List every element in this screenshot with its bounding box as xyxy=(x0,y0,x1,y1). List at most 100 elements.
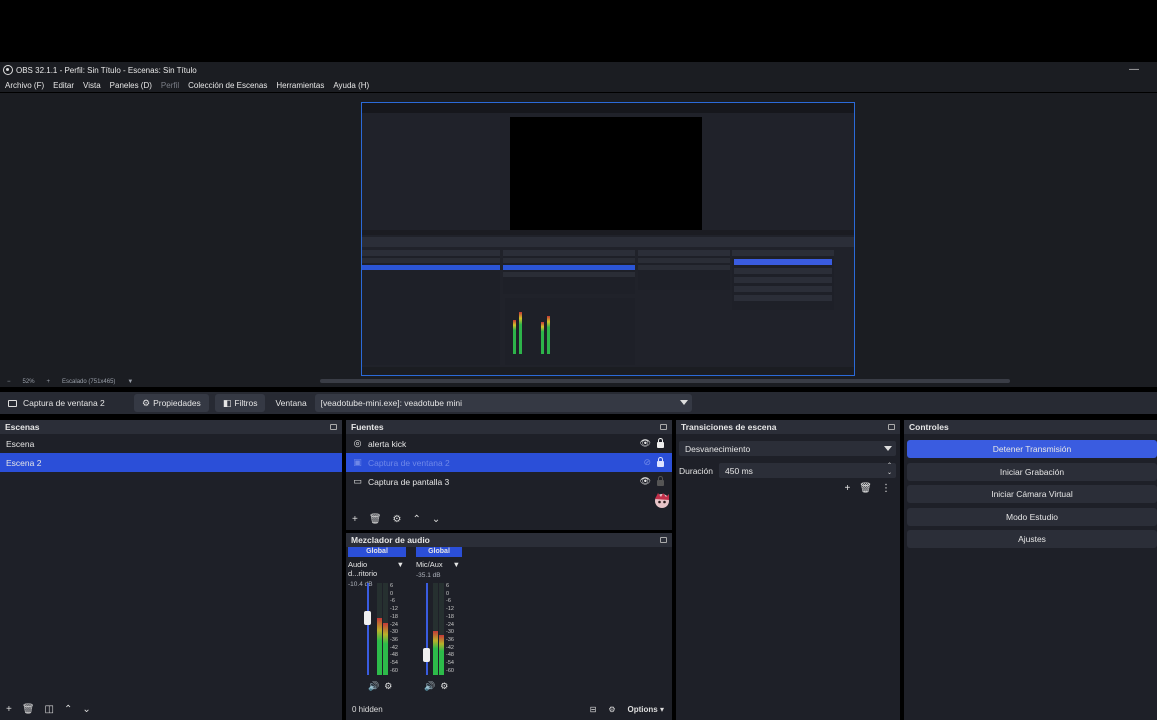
move-up-icon[interactable]: ⌃ xyxy=(413,514,421,525)
menu-ayuda[interactable]: Ayuda (H) xyxy=(333,81,369,90)
menu-perfil[interactable]: Perfil xyxy=(161,81,179,90)
preview-area xyxy=(0,93,1157,376)
lock-icon[interactable] xyxy=(657,438,664,448)
selected-source-name: Captura de ventana 2 xyxy=(23,398,105,408)
transitions-title: Transiciones de escena xyxy=(681,422,777,432)
menu-editar[interactable]: Editar xyxy=(53,81,74,90)
window-select-value: [veadotube-mini.exe]: veadotube mini xyxy=(320,398,462,408)
options-button[interactable]: Options ▾ xyxy=(628,705,664,714)
undock-icon[interactable] xyxy=(888,424,895,430)
preview-canvas[interactable] xyxy=(361,102,855,376)
window-select[interactable]: [veadotube-mini.exe]: veadotube mini xyxy=(314,394,692,412)
move-down-icon[interactable]: ⌄ xyxy=(432,514,440,525)
volume-slider-handle[interactable] xyxy=(364,611,371,625)
eye-icon[interactable]: 👁 xyxy=(640,476,651,487)
properties-button[interactable]: ⚙ Propiedades xyxy=(134,394,209,412)
add-transition-icon[interactable]: + xyxy=(844,483,850,494)
speaker-icon[interactable]: 🔊 xyxy=(424,681,435,692)
settings-button[interactable]: Ajustes xyxy=(907,530,1157,548)
title-bar: OBS 32.1.1 - Perfil: Sin Título - Escena… xyxy=(0,62,1157,78)
mixer-channels: Global Audio d...ritorio ▼ -10.4 dB 6 0 -6… xyxy=(346,547,672,697)
trash-icon[interactable]: 🗑 xyxy=(369,514,382,525)
channel-name[interactable]: Audio d...ritorio ▼ xyxy=(348,560,406,578)
source-item[interactable]: ▣ Captura de ventana 2 ⊘ xyxy=(346,453,672,472)
db-tick-label: 6 xyxy=(446,583,450,589)
scene-label: Escena xyxy=(6,438,35,449)
menu-herramientas[interactable]: Herramientas xyxy=(276,81,324,90)
transitions-header: Transiciones de escena xyxy=(676,420,900,434)
scale-dropdown-icon[interactable]: ▼ xyxy=(127,379,133,385)
source-item[interactable]: ◎ alerta kick 👁 xyxy=(346,434,672,453)
move-down-icon[interactable]: ⌄ xyxy=(82,704,90,715)
undock-icon[interactable] xyxy=(330,424,337,430)
eye-hidden-icon[interactable]: ⊘ xyxy=(643,457,651,468)
scene-item[interactable]: Escena 2 xyxy=(0,453,342,472)
gear-icon[interactable]: ⚙ xyxy=(393,514,402,525)
trash-icon[interactable]: 🗑 xyxy=(22,704,35,715)
source-item[interactable]: ▭ Captura de pantalla 3 👁 xyxy=(346,472,672,491)
menu-paneles[interactable]: Paneles (D) xyxy=(110,81,152,90)
preview-horizontal-scrollbar[interactable] xyxy=(320,379,1010,383)
db-tick-label: -60 xyxy=(390,667,398,674)
undock-icon[interactable] xyxy=(660,537,667,543)
menu-archivo[interactable]: Archivo (F) xyxy=(5,81,44,90)
veadotube-mascot-icon xyxy=(655,493,669,508)
start-recording-button[interactable]: Iniciar Grabación xyxy=(907,462,1157,481)
studio-mode-button[interactable]: Modo Estudio xyxy=(907,507,1157,526)
scenes-title: Escenas xyxy=(5,422,40,432)
zoom-out-icon[interactable]: − xyxy=(7,379,11,385)
channel-gear-icon[interactable]: ⚙ xyxy=(384,681,392,692)
chevron-down-icon[interactable]: ▼ xyxy=(397,560,404,578)
spin-arrows-icon[interactable]: ⌃ ⌄ xyxy=(887,463,892,477)
chevron-down-icon xyxy=(679,400,688,405)
undock-icon[interactable] xyxy=(660,424,667,430)
channel-name-label: Audio d...ritorio xyxy=(348,560,378,578)
scene-filter-icon[interactable]: ◫ xyxy=(45,704,54,715)
window-title: OBS 32.1.1 - Perfil: Sin Título - Escena… xyxy=(16,65,197,75)
stop-streaming-button[interactable]: Detener Transmisión xyxy=(907,440,1157,458)
lock-icon[interactable] xyxy=(657,457,664,467)
speaker-icon[interactable]: 🔊 xyxy=(368,681,379,692)
db-tick-label: -60 xyxy=(446,667,454,674)
eye-icon[interactable]: 👁 xyxy=(640,438,651,449)
level-meter xyxy=(433,583,438,675)
scale-info[interactable]: Escalado (751x465) xyxy=(62,379,115,385)
selected-source: Captura de ventana 2 xyxy=(0,398,134,408)
db-scale: 6 0 -6 -12 -18 -24 -30 -36 -42 -48 -54 -60 xyxy=(446,583,454,675)
duration-spinbox[interactable]: 450 ms ⌃ ⌄ xyxy=(719,463,896,478)
minimize-icon[interactable]: — xyxy=(1129,64,1139,75)
layout-icon[interactable]: ⊟ xyxy=(590,705,597,714)
zoom-in-icon[interactable]: + xyxy=(47,379,51,385)
volume-slider-handle[interactable] xyxy=(423,648,430,662)
channel-name[interactable]: Mic/Aux ▼ xyxy=(416,560,462,569)
audio-mixer-dock: Mezclador de audio Global Audio d...rito… xyxy=(346,533,672,720)
duration-value: 450 ms xyxy=(725,465,753,476)
channel-gear-icon[interactable]: ⚙ xyxy=(440,681,448,692)
unlock-icon[interactable] xyxy=(657,476,664,486)
db-tick-label: -48 xyxy=(390,652,398,659)
scenes-footer: + 🗑 ◫ ⌃ ⌄ xyxy=(0,698,342,720)
mixer-header: Mezclador de audio xyxy=(346,533,672,547)
channel-buttons: 🔊 ⚙ xyxy=(368,681,392,692)
hidden-count: 0 hidden xyxy=(352,704,383,714)
more-icon[interactable]: ⋮ xyxy=(881,483,891,494)
transition-type: Desvanecimiento xyxy=(685,443,751,454)
add-scene-icon[interactable]: + xyxy=(6,704,12,715)
mixer-channel-mic: Global Mic/Aux ▼ -35.1 dB 6 0 -6 -12 -18 -24-… xyxy=(416,547,474,697)
trash-icon[interactable]: 🗑 xyxy=(859,483,872,494)
transition-select[interactable]: Desvanecimiento xyxy=(679,441,896,456)
mixer-settings-icon[interactable]: ⚙ xyxy=(608,705,615,714)
add-source-icon[interactable]: + xyxy=(352,514,358,525)
chevron-down-icon[interactable]: ▼ xyxy=(453,560,460,569)
filters-button[interactable]: ◧ Filtros xyxy=(214,394,266,412)
start-virtual-camera-button[interactable]: Iniciar Cámara Virtual xyxy=(907,485,1157,503)
menu-coleccion-escenas[interactable]: Colección de Escenas xyxy=(188,81,267,90)
menu-vista[interactable]: Vista xyxy=(83,81,101,90)
scene-item[interactable]: Escena xyxy=(0,434,342,453)
db-tick-label: -6 xyxy=(390,598,395,605)
volume-slider-track[interactable] xyxy=(367,583,369,675)
move-up-icon[interactable]: ⌃ xyxy=(64,704,72,715)
scene-label: Escena 2 xyxy=(6,457,42,468)
source-label: Captura de ventana 2 xyxy=(368,457,450,468)
db-tick-label: -42 xyxy=(446,644,454,651)
